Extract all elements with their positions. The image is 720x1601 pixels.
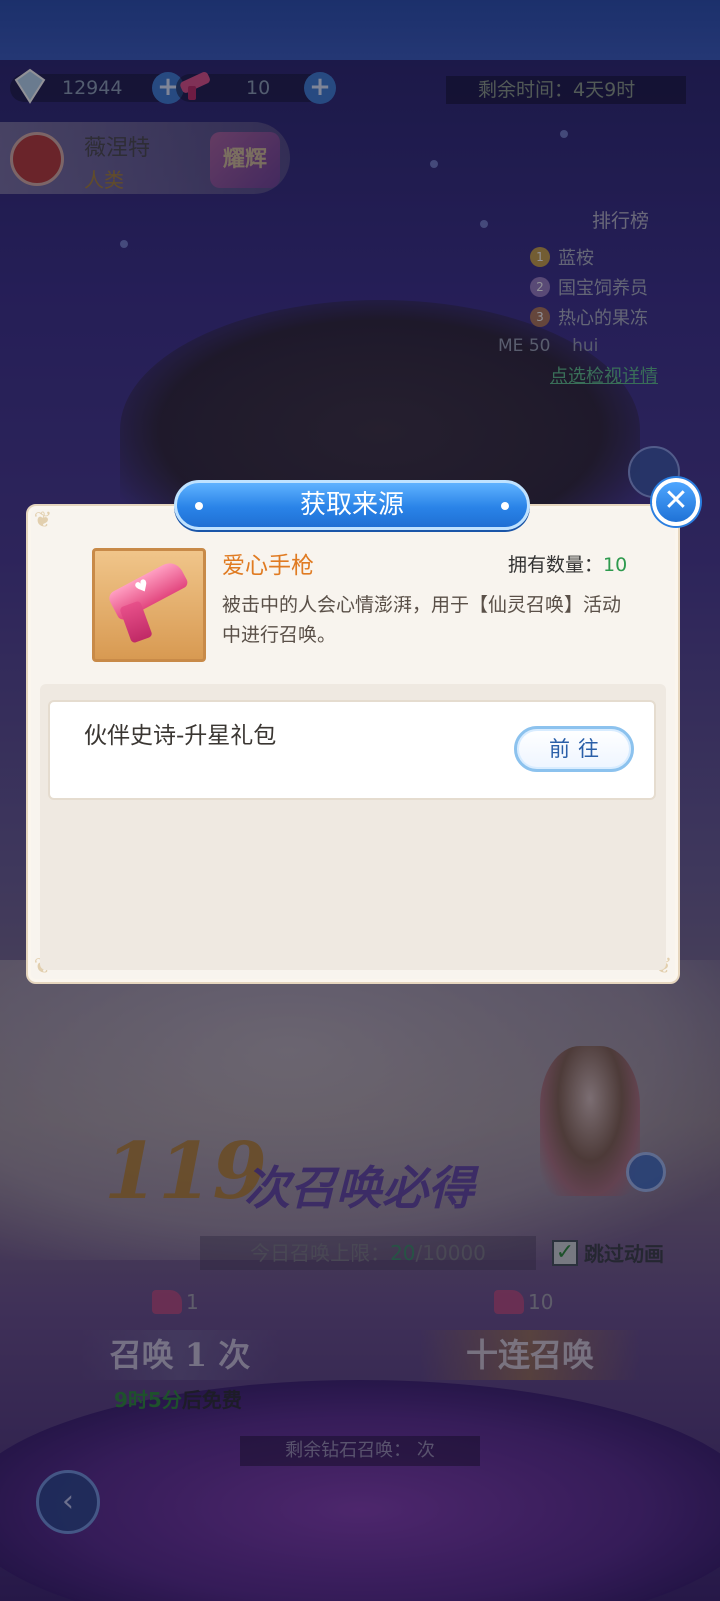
item-description: 被击中的人会心情澎湃，用于【仙灵召唤】活动中进行召唤。 (222, 594, 622, 646)
dialog-title: 获取来源 (174, 480, 530, 530)
owned-label: 拥有数量： (508, 554, 604, 576)
dialog-title-text: 获取来源 (299, 490, 404, 520)
owned-count: 拥有数量：10 (508, 550, 627, 577)
item-icon-frame: ♥ (92, 548, 206, 662)
title-dot-icon (501, 502, 509, 510)
corner-ornament-icon: ❦ (33, 508, 53, 533)
goto-button[interactable]: 前往 (514, 726, 634, 772)
source-name: 伙伴史诗-升星礼包 (84, 723, 277, 749)
owned-value: 10 (603, 554, 628, 576)
close-button[interactable]: ✕ (652, 478, 700, 526)
title-dot-icon (195, 502, 203, 510)
item-name: 爱心手枪 (222, 553, 314, 579)
